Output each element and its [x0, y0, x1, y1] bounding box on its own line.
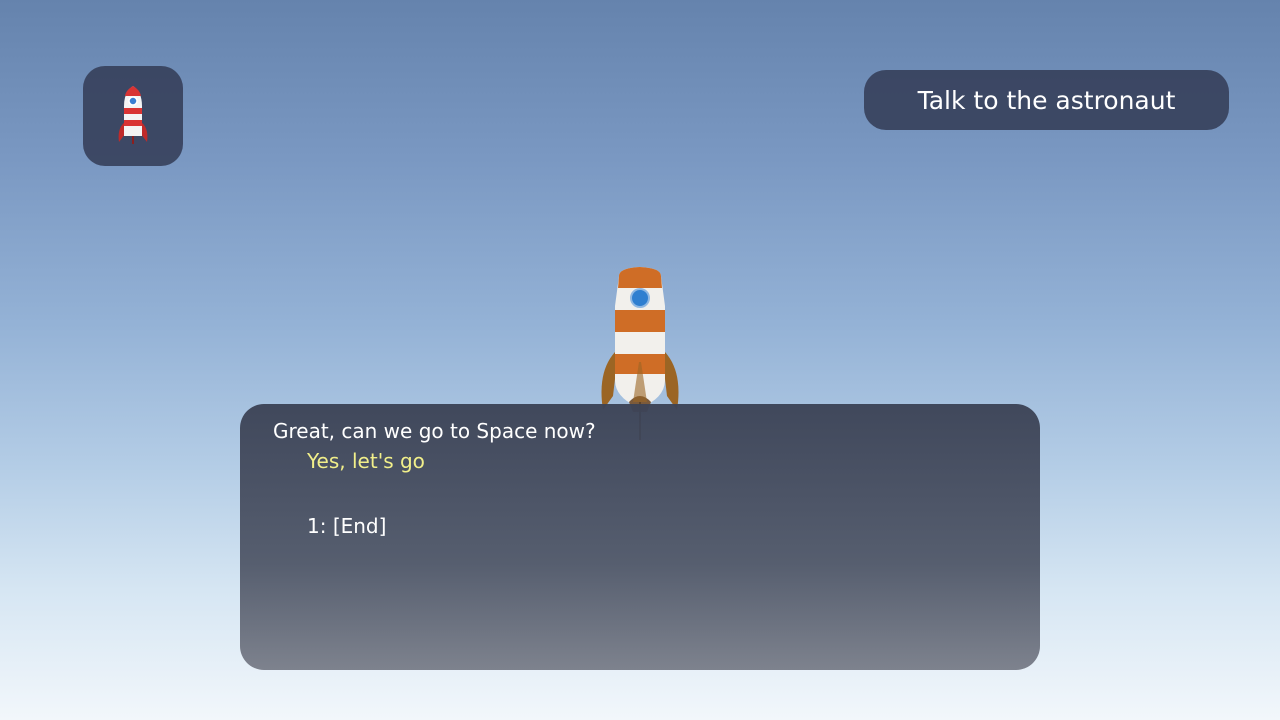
npc-line: Great, can we go to Space now?: [273, 419, 596, 443]
inventory-slot[interactable]: [83, 66, 183, 166]
dialogue-choice-end[interactable]: 1: [End]: [307, 514, 386, 538]
dialogue-box: Great, can we go to Space now? Yes, let'…: [240, 404, 1040, 670]
quest-banner: Talk to the astronaut: [864, 70, 1229, 130]
rocket-icon: [118, 86, 148, 144]
dialogue-choice-selected[interactable]: Yes, let's go: [307, 449, 425, 473]
quest-title: Talk to the astronaut: [917, 85, 1176, 115]
